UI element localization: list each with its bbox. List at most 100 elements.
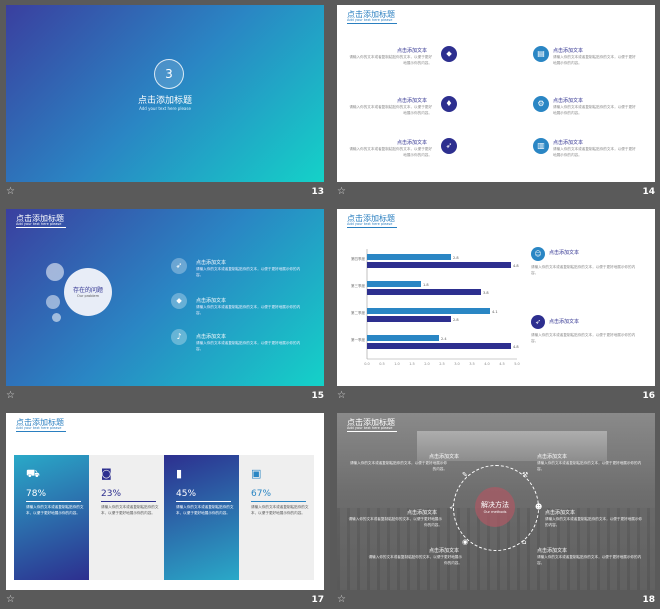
star-icon[interactable]: ☆ (337, 593, 346, 607)
item-heading: 点击添加文本 (553, 140, 584, 146)
data-label: 4.8 (513, 264, 519, 268)
data-label: 3.8 (483, 291, 489, 295)
rocket-icon: ➶ (171, 258, 187, 274)
item-heading: 点击添加文本 (196, 298, 227, 304)
data-label: 4.1 (492, 310, 498, 314)
slide-16[interactable]: 点击添加标题 Add your text here please 0.0 0.5 1… (337, 209, 655, 386)
item-body: 请输入你的文本或者复制粘贴你的文本，以便于更好地展示你的内容。 (537, 461, 642, 471)
item-heading: 点击添加文本 (196, 334, 227, 340)
slide-15[interactable]: 点击添加标题 Add your text here please 存在的问题 O… (6, 209, 324, 386)
bar (367, 343, 511, 349)
data-label: 1.8 (423, 283, 429, 287)
item-heading: 点击添加文本 (553, 48, 584, 54)
bar (367, 254, 451, 260)
item-heading: 点击添加文本 (549, 250, 580, 256)
title-underline (347, 23, 397, 24)
star-icon[interactable]: ☆ (6, 185, 15, 199)
item-body: 请输入你的文本或者复制粘贴你的文本，以便于更好地展示你的内容。 (545, 517, 643, 527)
x-tick-label: 1.0 (394, 362, 400, 366)
tag-icon: ⬥ (171, 293, 187, 309)
slide-13[interactable]: 3 点击添加标题 Add your text here please (6, 5, 324, 182)
bubble-decoration (46, 263, 64, 281)
stat-card: ▮ 45% 请输入你的文本或者复制粘贴你的文本，以便于更好地展示你的内容。 (164, 455, 239, 580)
title-underline (16, 431, 66, 432)
cart-icon: ⛟ (26, 467, 40, 480)
stat-card: ◙ 23% 请输入你的文本或者复制粘贴你的文本，以便于更好地展示你的内容。 (89, 455, 164, 580)
data-label: 2.8 (453, 256, 459, 260)
data-label: 4.8 (513, 345, 519, 349)
bar (367, 289, 481, 295)
bar-chart: 0.0 0.5 1.0 1.5 2.0 2.5 3.0 3.5 4.0 4.5 5.0 第四季度 2.8… (351, 249, 520, 366)
document-icon: ▣ (251, 467, 262, 480)
x-tick-label: 0.5 (379, 362, 385, 366)
stat-divider (101, 501, 156, 502)
bar (367, 335, 439, 341)
bar (367, 281, 421, 287)
item-body: 请输入你的文本或者复制粘贴你的文本，以便于更好地展示你的内容。 (349, 55, 432, 65)
slide-title: 点击添加标题 (137, 96, 192, 106)
category-label: 第四季度 (351, 256, 365, 261)
slide-17[interactable]: 点击添加标题 Add your text here please ⛟ 78% 请… (6, 413, 324, 590)
section-circle: 3 (154, 59, 184, 89)
trash-icon: ▥ (533, 138, 549, 154)
star-icon[interactable]: ☆ (337, 389, 346, 403)
star-icon[interactable]: ☆ (337, 185, 346, 199)
category-label: 第一季度 (351, 337, 365, 342)
stat-body: 请输入你的文本或者复制粘贴你的文本，以便于更好地展示你的内容。 (176, 505, 234, 515)
x-tick-label: 2.0 (424, 362, 430, 366)
bar (367, 316, 451, 322)
slide-subtitle: Add your text here please (139, 106, 191, 111)
star-icon[interactable]: ☆ (6, 593, 15, 607)
home-icon: ⌂ (522, 538, 527, 546)
camera-icon: ◙ (101, 467, 112, 480)
item-body: 请输入你的文本或者复制粘贴你的文本，以便于更好地展示你的内容。 (196, 341, 301, 351)
item-body: 请输入你的文本或者复制粘贴你的文本，以便于更好地展示你的内容。 (368, 555, 462, 565)
star-icon[interactable]: ☆ (6, 389, 15, 403)
slide-number: 16 (642, 391, 655, 401)
circle-subtitle: Our problem (76, 294, 99, 298)
chart-icon: ▮ (176, 467, 183, 480)
item-heading: 点击添加文本 (429, 548, 460, 554)
title-underline (347, 431, 397, 432)
x-tick-label: 4.0 (484, 362, 490, 366)
title-underline (16, 227, 66, 228)
slide-number: 14 (642, 187, 655, 197)
x-tick-label: 2.5 (439, 362, 445, 366)
stat-card: ▣ 67% 请输入你的文本或者复制粘贴你的文本，以便于更好地展示你的内容。 (239, 455, 314, 580)
people-icon: ☻ (535, 503, 543, 511)
item-heading: 点击添加文本 (537, 454, 568, 460)
item-body: 请输入你的文本或者复制粘贴你的文本，以便于更好地展示你的内容。 (349, 147, 432, 157)
rocket-icon: ➶ (441, 138, 457, 154)
pen-icon: ✎ (462, 471, 468, 479)
item-heading: 点击添加文本 (549, 319, 580, 325)
category-label: 第三季度 (351, 283, 365, 288)
item-heading: 点击添加文本 (553, 98, 584, 104)
circle-title: 解决方法 (481, 501, 509, 509)
bar (367, 262, 511, 268)
shield-icon: ♦ (441, 96, 457, 112)
item-heading: 点击添加文本 (397, 140, 428, 146)
stat-body: 请输入你的文本或者复制粘贴你的文本，以便于更好地展示你的内容。 (251, 505, 309, 515)
x-tick-label: 4.5 (499, 362, 505, 366)
slide-number: 15 (311, 391, 324, 401)
x-tick-label: 0.0 (364, 362, 370, 366)
method-circle: 解决方法 Our methods (475, 487, 515, 527)
slide-subtitle: Add your text here please (347, 222, 393, 226)
slide-subtitle: Add your text here please (347, 426, 393, 430)
slide-14[interactable]: 点击添加标题 Add your text here please 点击添加文本 … (337, 5, 655, 182)
stat-body: 请输入你的文本或者复制粘贴你的文本，以便于更好地展示你的内容。 (101, 505, 159, 515)
item-body: 请输入你的文本或者复制粘贴你的文本，以便于更好地展示你的内容。 (348, 517, 442, 527)
stat-divider (26, 501, 81, 502)
x-tick-label: 1.5 (409, 362, 415, 366)
slide-number: 13 (311, 187, 324, 197)
stat-percent: 23% (101, 489, 122, 499)
x-tick-label: 3.5 (469, 362, 475, 366)
slide-subtitle: Add your text here please (347, 18, 393, 22)
bar (367, 308, 490, 314)
slide-18[interactable]: 点击添加标题 Add your text here please 解决方法 Ou… (337, 413, 655, 590)
item-body: 请输入你的文本或者复制粘贴你的文本，以便于更好地展示你的内容。 (349, 105, 432, 115)
item-body: 请输入你的文本或者复制粘贴你的文本，以便于更好地展示你的内容。 (531, 265, 636, 275)
stat-card: ⛟ 78% 请输入你的文本或者复制粘贴你的文本，以便于更好地展示你的内容。 (14, 455, 89, 580)
bubble-decoration (46, 295, 60, 309)
item-body: 请输入你的文本或者复制粘贴你的文本，以便于更好地展示你的内容。 (196, 267, 301, 277)
